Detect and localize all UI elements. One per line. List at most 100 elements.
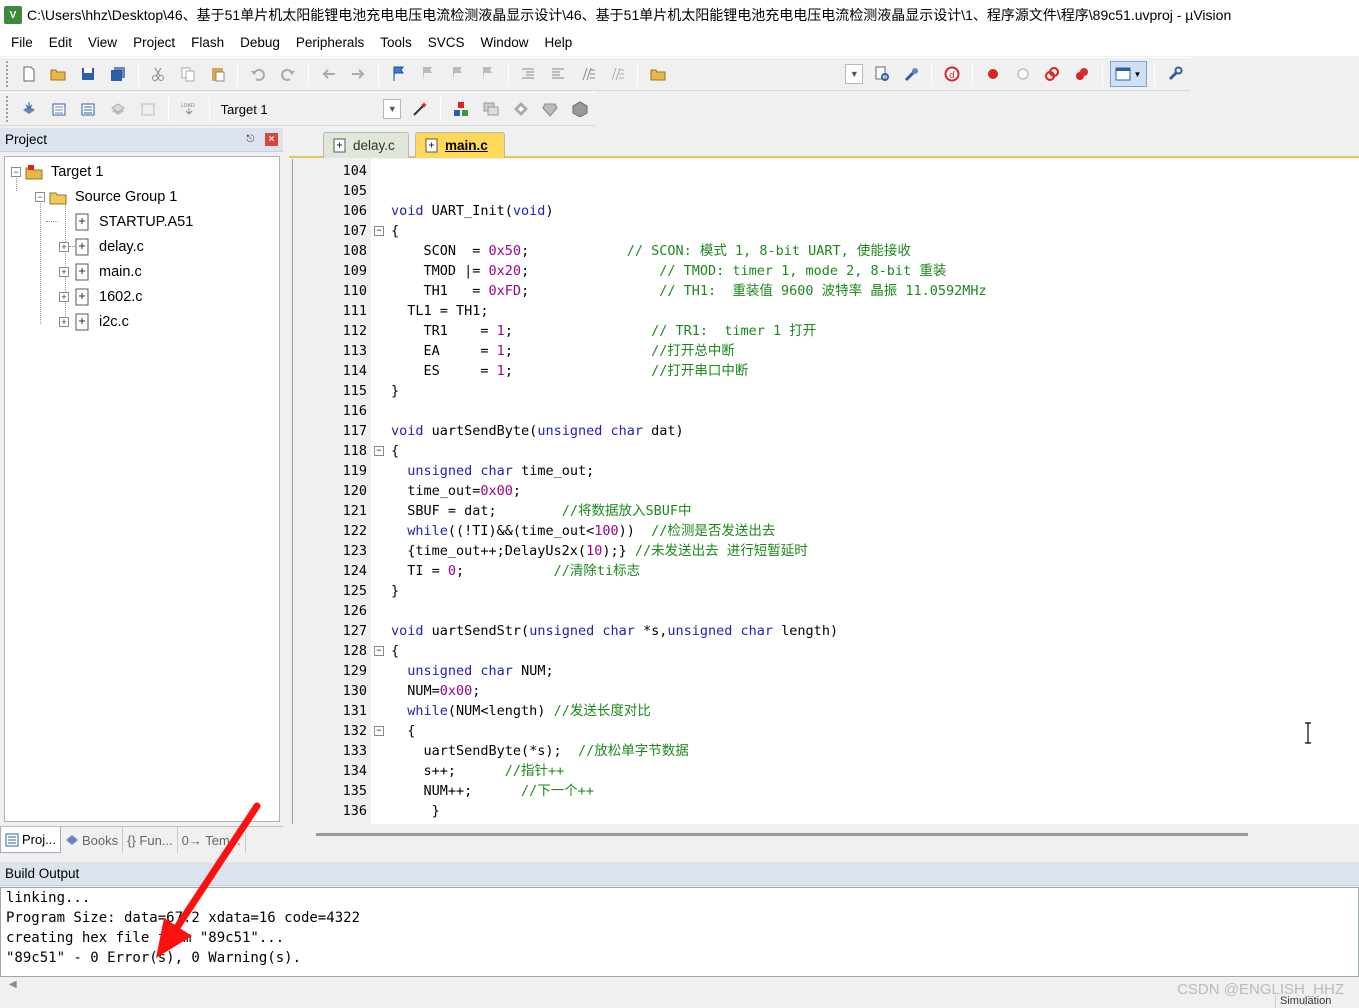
expand-icon[interactable]: +	[59, 267, 69, 277]
code-line[interactable]: 126	[293, 601, 1359, 621]
tree-item-file[interactable]: + i2c.c	[59, 310, 132, 334]
breakpoint-kill-all-button[interactable]	[1069, 61, 1095, 87]
tab-project[interactable]: Proj...	[0, 827, 61, 853]
tree-item-file[interactable]: STARTUP.A51	[73, 210, 196, 234]
code-line[interactable]: 113 EA = 1; //打开总中断	[293, 341, 1359, 361]
code-line[interactable]: 134 s++; //指针++	[293, 761, 1359, 781]
stop-build-button[interactable]	[135, 96, 161, 122]
select-packs-button[interactable]	[478, 96, 504, 122]
menu-debug[interactable]: Debug	[232, 30, 288, 56]
menu-tools[interactable]: Tools	[372, 30, 420, 56]
code-line[interactable]: 112 TR1 = 1; // TR1: timer 1 打开	[293, 321, 1359, 341]
collapse-icon[interactable]: −	[35, 192, 45, 202]
expand-icon[interactable]: +	[59, 317, 69, 327]
menu-edit[interactable]: Edit	[41, 30, 80, 56]
code-line[interactable]: 110 TH1 = 0xFD; // TH1: 重装值 9600 波特率 晶振 …	[293, 281, 1359, 301]
download-button[interactable]: LOAD	[176, 96, 202, 122]
code-line[interactable]: 105	[293, 181, 1359, 201]
uncomment-button[interactable]	[605, 61, 631, 87]
batch-build-button[interactable]	[105, 96, 131, 122]
code-line[interactable]: 125}	[293, 581, 1359, 601]
expand-icon[interactable]: +	[59, 242, 69, 252]
code-line[interactable]: 121 SBUF = dat; //将数据放入SBUF中	[293, 501, 1359, 521]
menu-file[interactable]: File	[3, 30, 41, 56]
code-line[interactable]: 135 NUM++; //下一个++	[293, 781, 1359, 801]
translate-button[interactable]	[16, 96, 42, 122]
tree-item-target[interactable]: − Target 1	[11, 160, 107, 184]
find-combo-dropdown[interactable]: ▼	[845, 64, 864, 84]
build-button[interactable]	[46, 96, 72, 122]
target-dropdown[interactable]: ▼	[383, 99, 402, 119]
debug-session-button[interactable]: d	[939, 61, 965, 87]
build-horizontal-scrollbar[interactable]: ◀	[0, 977, 1359, 993]
code-line[interactable]: 108 SCON = 0x50; // SCON: 模式 1, 8-bit UA…	[293, 241, 1359, 261]
find-in-files-button[interactable]	[645, 61, 671, 87]
paste-button[interactable]	[205, 61, 231, 87]
redo-button[interactable]	[275, 61, 301, 87]
fold-toggle-icon[interactable]: −	[374, 646, 384, 656]
rebuild-button[interactable]	[76, 96, 102, 122]
code-line[interactable]: 118−{	[293, 441, 1359, 461]
code-line[interactable]: 104	[293, 161, 1359, 181]
breakpoint-disable-all-button[interactable]	[1039, 61, 1065, 87]
incremental-find-button[interactable]	[899, 61, 925, 87]
code-line[interactable]: 120 time_out=0x00;	[293, 481, 1359, 501]
toolbar-gripper[interactable]	[6, 96, 10, 122]
code-line[interactable]: 107−{	[293, 221, 1359, 241]
new-file-button[interactable]	[16, 61, 42, 87]
undo-button[interactable]	[245, 61, 271, 87]
unindent-button[interactable]	[545, 61, 571, 87]
close-icon[interactable]: ×	[265, 133, 278, 146]
code-line[interactable]: 132− {	[293, 721, 1359, 741]
code-line[interactable]: 122 while((!TI)&&(time_out<100)) //检测是否发…	[293, 521, 1359, 541]
code-line[interactable]: 106 void UART_Init(void)	[293, 201, 1359, 221]
nav-back-button[interactable]	[316, 61, 342, 87]
editor-horizontal-scrollbar[interactable]	[292, 825, 1359, 843]
breakpoint-insert-button[interactable]	[980, 61, 1006, 87]
code-line[interactable]: 109 TMOD |= 0x20; // TMOD: timer 1, mode…	[293, 261, 1359, 281]
scroll-left-icon[interactable]: ◀	[9, 979, 17, 990]
indent-button[interactable]	[516, 61, 542, 87]
cut-button[interactable]	[146, 61, 172, 87]
software-packs-button[interactable]	[567, 96, 593, 122]
code-line[interactable]: 123 {time_out++;DelayUs2x(10);} //未发送出去 …	[293, 541, 1359, 561]
menu-help[interactable]: Help	[537, 30, 581, 56]
code-line[interactable]: 124 TI = 0; //清除ti标志	[293, 561, 1359, 581]
expand-icon[interactable]: +	[59, 292, 69, 302]
find-button[interactable]	[869, 61, 895, 87]
menu-svcs[interactable]: SVCS	[420, 30, 473, 56]
code-line[interactable]: 133 uartSendByte(*s); //放松单字节数据	[293, 741, 1359, 761]
code-line[interactable]: 114 ES = 1; //打开串口中断	[293, 361, 1359, 381]
code-editor[interactable]: 104 105 106 void UART_Init(void) 107−{108 SC…	[292, 159, 1359, 824]
target-options-button[interactable]	[407, 96, 433, 122]
code-line[interactable]: 117 void uartSendByte(unsigned char dat)	[293, 421, 1359, 441]
manage-rte-button[interactable]	[508, 96, 534, 122]
tab-books[interactable]: Books	[61, 827, 124, 853]
pin-icon[interactable]: ⎋	[244, 133, 257, 146]
code-line[interactable]: 127 void uartSendStr(unsigned char *s,uns…	[293, 621, 1359, 641]
code-line[interactable]: 111 TL1 = TH1;	[293, 301, 1359, 321]
code-line[interactable]: 119 unsigned char time_out;	[293, 461, 1359, 481]
code-line[interactable]: 136 }	[293, 801, 1359, 821]
fold-toggle-icon[interactable]: −	[374, 726, 384, 736]
code-line[interactable]: 129 unsigned char NUM;	[293, 661, 1359, 681]
tree-item-file[interactable]: + main.c	[59, 260, 145, 284]
code-line[interactable]: 128−{	[293, 641, 1359, 661]
fold-toggle-icon[interactable]: −	[374, 446, 384, 456]
bookmark-prev-button[interactable]	[416, 61, 442, 87]
toolbar-gripper[interactable]	[6, 61, 10, 87]
menu-window[interactable]: Window	[472, 30, 536, 56]
tab-main-c[interactable]: main.c	[415, 132, 505, 158]
fold-toggle-icon[interactable]: −	[374, 226, 384, 236]
collapse-icon[interactable]: −	[11, 167, 21, 177]
menu-peripherals[interactable]: Peripherals	[288, 30, 372, 56]
scrollbar-thumb[interactable]	[316, 833, 1248, 836]
tree-item-source-group[interactable]: − Source Group 1	[35, 185, 180, 209]
target-select[interactable]: Target 1	[215, 102, 384, 117]
code-line[interactable]: 115}	[293, 381, 1359, 401]
manage-project-button[interactable]	[448, 96, 474, 122]
bookmark-insert-button[interactable]	[386, 61, 412, 87]
code-line[interactable]: 130 NUM=0x00;	[293, 681, 1359, 701]
tree-item-file[interactable]: + 1602.c	[59, 285, 146, 309]
menu-project[interactable]: Project	[125, 30, 183, 56]
